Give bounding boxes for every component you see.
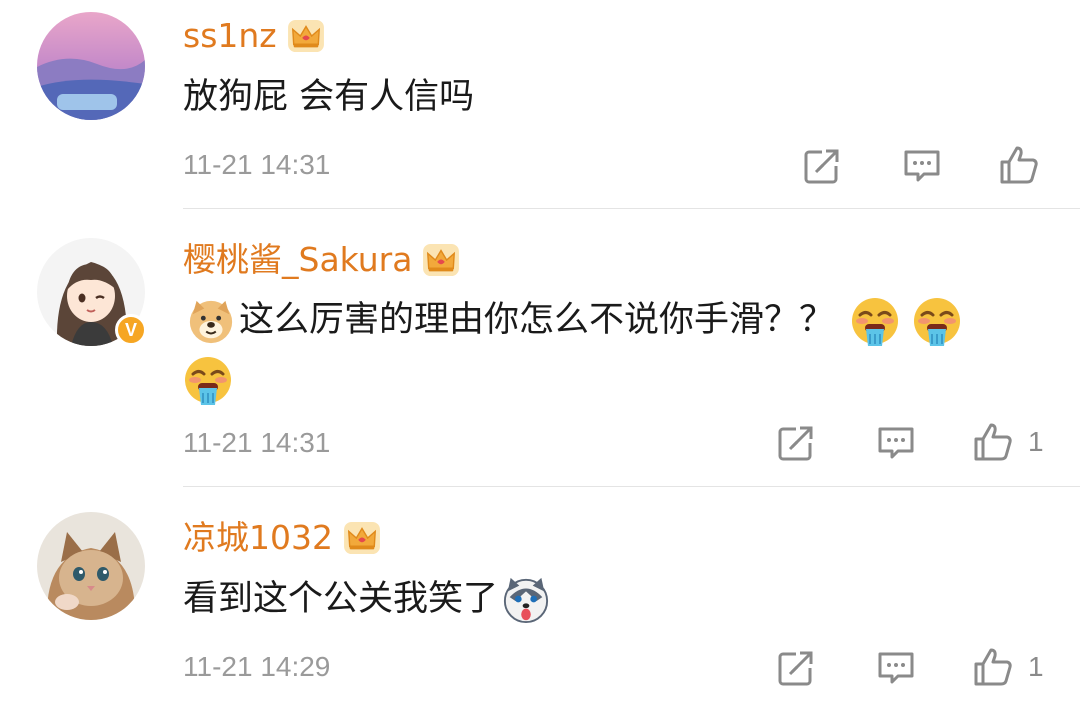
- like-count: 1: [1028, 651, 1044, 682]
- comment-icon: [876, 648, 916, 688]
- user-avatar[interactable]: [37, 12, 145, 120]
- reply-button[interactable]: [876, 648, 916, 688]
- like-button[interactable]: [998, 144, 1054, 186]
- timestamp: 11-21 14:29: [183, 651, 331, 682]
- comment-text: 看到这个公关我笑了: [183, 572, 1040, 626]
- like-icon: [972, 421, 1014, 463]
- crown-badge-icon: [343, 521, 381, 555]
- comment-text: 这么厉害的理由你怎么不说你手滑？？: [183, 293, 1040, 347]
- comment-text-body: 放狗屁 会有人信吗: [183, 77, 475, 117]
- share-icon: [802, 146, 842, 186]
- vomit-emoji-icon: [850, 296, 900, 346]
- comment-icon: [876, 423, 916, 463]
- kitten-avatar-icon: [37, 512, 145, 620]
- reply-button[interactable]: [876, 423, 916, 463]
- username-text[interactable]: 凉城1032: [183, 518, 333, 558]
- vomit-emoji-icon: [183, 355, 233, 405]
- like-count: 1: [1028, 426, 1044, 457]
- divider: [183, 208, 1080, 209]
- reply-button[interactable]: [902, 146, 942, 186]
- share-button[interactable]: [802, 146, 842, 186]
- share-icon: [776, 648, 816, 688]
- share-icon: [776, 423, 816, 463]
- username[interactable]: ss1nz: [183, 16, 325, 56]
- comment-text-body: 这么厉害的理由你怎么不说你手滑？？: [239, 300, 835, 340]
- divider: [183, 486, 1080, 487]
- crown-badge-icon: [422, 243, 460, 277]
- user-avatar[interactable]: [37, 512, 145, 620]
- username[interactable]: 樱桃酱_Sakura: [183, 240, 460, 280]
- username[interactable]: 凉城1032: [183, 518, 381, 558]
- username-text[interactable]: ss1nz: [183, 16, 277, 56]
- like-button[interactable]: 1: [972, 646, 1044, 688]
- vomit-emoji-icon: [912, 296, 962, 346]
- like-icon: [972, 646, 1014, 688]
- like-button[interactable]: 1: [972, 421, 1044, 463]
- timestamp: 11-21 14:31: [183, 427, 331, 458]
- verified-badge-icon: V: [115, 314, 147, 346]
- husky-emoji-icon: [502, 576, 550, 624]
- share-button[interactable]: [776, 648, 816, 688]
- username-text[interactable]: 樱桃酱_Sakura: [183, 240, 412, 280]
- doge-emoji-icon: [187, 297, 235, 345]
- comment-text-body: 看到这个公关我笑了: [183, 579, 499, 619]
- sunset-landscape-avatar-icon: [37, 12, 145, 120]
- comment-text-line2: [183, 352, 1040, 406]
- crown-badge-icon: [287, 19, 325, 53]
- like-icon: [998, 144, 1040, 186]
- comment-icon: [902, 146, 942, 186]
- comment-text: 放狗屁 会有人信吗: [183, 70, 1040, 124]
- timestamp: 11-21 14:31: [183, 149, 331, 180]
- share-button[interactable]: [776, 423, 816, 463]
